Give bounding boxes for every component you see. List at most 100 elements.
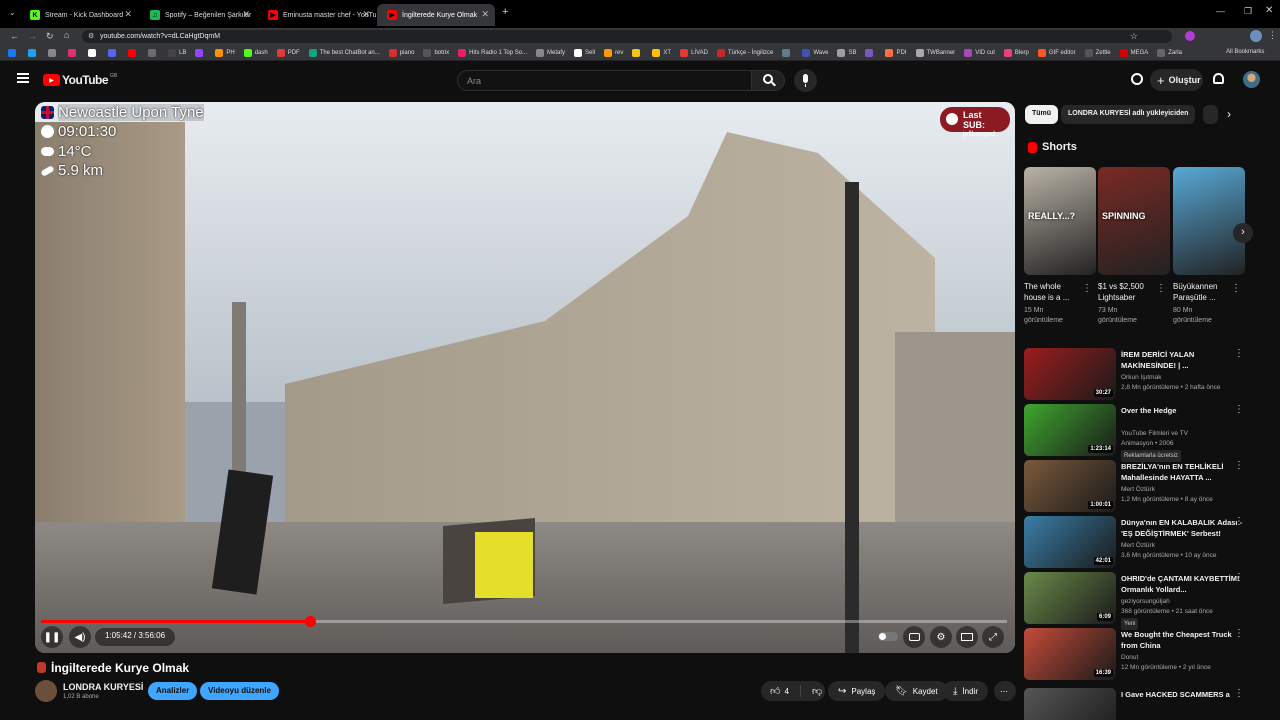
recommended-channel[interactable]: Mert Öztürk <box>1121 541 1251 551</box>
bookmark-item[interactable] <box>865 48 876 57</box>
recommended-menu-icon[interactable]: ⋮ <box>1234 516 1244 527</box>
notifications-bell-icon[interactable] <box>1213 73 1224 84</box>
progress-scrubber[interactable] <box>304 616 316 627</box>
recommended-video[interactable]: 42:01 Dünya'nın EN KALABALIK Adası - 'EŞ … <box>1024 516 1274 568</box>
browser-tab[interactable]: ▶ Eminusta master chef - YouTub ✕ <box>258 4 376 26</box>
minimize-button[interactable]: — <box>1216 6 1225 16</box>
bookmark-item[interactable]: Wave <box>802 48 828 57</box>
chip-from-uploader[interactable]: LONDRA KURYESİ adlı yükleyiciden <box>1061 105 1196 124</box>
fullscreen-button[interactable]: ⤢ <box>982 626 1004 648</box>
recommended-title[interactable]: I Gave HACKED SCAMMERS a <box>1121 689 1249 700</box>
bookmark-item[interactable]: LİVAD <box>680 48 708 57</box>
search-input[interactable]: Ara <box>457 70 751 91</box>
recommended-thumbnail[interactable]: 16:39 <box>1024 628 1116 680</box>
volume-button[interactable]: ◀) <box>69 626 91 648</box>
studio-icon[interactable] <box>1131 73 1143 85</box>
bookmark-item[interactable] <box>68 48 79 57</box>
bookmark-item[interactable]: rev <box>604 48 623 57</box>
edit-video-button[interactable]: Videoyu düzenle <box>200 682 279 700</box>
bookmark-item[interactable]: GIF editor <box>1037 48 1076 57</box>
video-player[interactable]: Newcastle Upon Tyne 09:01:30 14°C 5.9 km… <box>35 102 1015 653</box>
short-title[interactable]: $1 vs $2,500 Lightsaber <box>1098 281 1156 303</box>
browser-tab[interactable]: ♫ Spotify – Beğenilen Şarkılar ✕ <box>140 4 256 26</box>
hamburger-menu-icon[interactable] <box>17 73 29 83</box>
browser-menu-icon[interactable]: ⋮ <box>1268 30 1277 41</box>
browser-tab[interactable]: K Stream - Kick Dashboard ✕ <box>20 4 138 26</box>
shorts-next-button[interactable]: › <box>1233 223 1253 243</box>
subtitles-button[interactable] <box>903 626 925 648</box>
recommended-title[interactable]: OHRID'de ÇANTAMI KAYBETTİM! Ormanlık Yol… <box>1121 573 1249 595</box>
like-button[interactable]: 👍︎ 4 <box>761 685 801 697</box>
close-window-button[interactable]: ✕ <box>1265 5 1273 16</box>
bookmark-item[interactable]: Zettle <box>1084 48 1111 57</box>
bookmark-item[interactable]: dash <box>243 48 268 57</box>
short-thumbnail[interactable]: SPINNING <box>1098 167 1170 275</box>
home-icon[interactable]: ⌂ <box>64 30 69 40</box>
channel-name[interactable]: LONDRA KURYESİ <box>63 682 143 692</box>
recommended-video[interactable]: 30:27 İREM DERİCİ YALAN MAKİNESİNDE! | ..… <box>1024 348 1274 400</box>
settings-button[interactable]: ⚙ <box>930 626 952 648</box>
bookmark-item[interactable]: botrix <box>423 48 449 57</box>
recommended-video[interactable]: 6:09 OHRID'de ÇANTAMI KAYBETTİM! Ormanlık… <box>1024 572 1274 630</box>
analytics-button[interactable]: Analizler <box>148 682 198 700</box>
recommended-title[interactable]: Over the Hedge <box>1121 405 1249 416</box>
bookmark-item[interactable] <box>128 48 139 57</box>
bookmark-item[interactable] <box>48 48 59 57</box>
recommended-channel[interactable]: Donut <box>1121 653 1251 663</box>
recommended-menu-icon[interactable]: ⋮ <box>1234 688 1244 699</box>
back-icon[interactable]: ← <box>10 31 19 41</box>
bookmark-item[interactable]: Zarla <box>1157 48 1182 57</box>
dislike-button[interactable]: 👎︎ <box>806 685 822 697</box>
bookmark-item[interactable] <box>782 48 793 57</box>
short-card[interactable]: Büyükannen Paraşütle ... 80 Mn görüntülem… <box>1173 167 1245 326</box>
bookmark-item[interactable] <box>28 48 39 57</box>
chip-next-partial[interactable] <box>1203 105 1218 124</box>
recommended-video[interactable]: 16:39 We Bought the Cheapest Truck from C… <box>1024 628 1274 680</box>
tab-close-icon[interactable]: ✕ <box>481 9 489 20</box>
bookmark-item[interactable]: piano <box>388 48 414 57</box>
recommended-menu-icon[interactable]: ⋮ <box>1234 460 1244 471</box>
short-card[interactable]: REALLY...? The whole house is a ... 15 Mn … <box>1024 167 1096 326</box>
short-title[interactable]: The whole house is a ... <box>1024 281 1082 303</box>
recommended-title[interactable]: Dünya'nın EN KALABALIK Adası - 'EŞ DEĞİŞ… <box>1121 517 1249 539</box>
chip-all[interactable]: Tümü <box>1025 105 1059 124</box>
bookmark-item[interactable] <box>148 48 159 57</box>
recommended-video[interactable]: 1:23:14 Over the Hedge YouTube Filmleri ve… <box>1024 404 1274 462</box>
recommended-thumbnail[interactable]: 6:09 <box>1024 572 1116 624</box>
tab-close-icon[interactable]: ✕ <box>242 9 250 20</box>
recommended-menu-icon[interactable]: ⋮ <box>1234 628 1244 639</box>
recommended-channel[interactable]: geziyorsungüljah <box>1121 597 1251 607</box>
bookmark-item[interactable]: TWBanner <box>915 48 955 57</box>
tab-close-icon[interactable]: ✕ <box>362 9 370 20</box>
bookmark-item[interactable]: Türkçe - İngilizce <box>716 48 773 57</box>
recommended-title[interactable]: İREM DERİCİ YALAN MAKİNESİNDE! | ... <box>1121 349 1249 371</box>
bookmark-item[interactable] <box>88 48 99 57</box>
tab-close-icon[interactable]: ✕ <box>124 9 132 20</box>
url-text[interactable]: youtube.com/watch?v=dLCaHgtDqmM <box>100 33 220 40</box>
bookmark-item[interactable]: LB <box>168 48 186 57</box>
bookmark-item[interactable]: XT <box>652 48 671 57</box>
recommended-thumbnail[interactable]: 30:27 <box>1024 348 1116 400</box>
channel-avatar[interactable] <box>35 680 57 702</box>
profile-avatar[interactable] <box>1250 30 1262 42</box>
recommended-menu-icon[interactable]: ⋮ <box>1234 572 1244 583</box>
share-button[interactable]: ↪ Paylaş <box>828 681 886 701</box>
chips-next-icon[interactable]: › <box>1227 107 1231 121</box>
progress-bar[interactable] <box>41 616 1007 627</box>
bookmark-item[interactable] <box>632 48 643 57</box>
recommended-thumbnail[interactable]: 1:00:01 <box>1024 460 1116 512</box>
account-avatar[interactable] <box>1243 71 1260 88</box>
download-button[interactable]: ⤓ İndir <box>943 681 988 701</box>
recommended-thumbnail[interactable] <box>1024 688 1116 720</box>
bookmark-item[interactable]: SB <box>837 48 856 57</box>
search-button[interactable] <box>751 70 785 91</box>
recommended-video[interactable]: I Gave HACKED SCAMMERS a ⋮ <box>1024 688 1274 720</box>
short-thumbnail[interactable] <box>1173 167 1245 275</box>
bookmark-item[interactable] <box>195 48 206 57</box>
site-info-icon[interactable]: ⚙ <box>88 32 94 40</box>
short-menu-icon[interactable]: ⋮ <box>1156 283 1166 294</box>
recommended-thumbnail[interactable]: 1:23:14 <box>1024 404 1116 456</box>
short-card[interactable]: SPINNING $1 vs $2,500 Lightsaber 73 Mn gör… <box>1098 167 1170 326</box>
bookmark-item[interactable] <box>108 48 119 57</box>
create-button[interactable]: + Oluştur <box>1150 69 1203 91</box>
